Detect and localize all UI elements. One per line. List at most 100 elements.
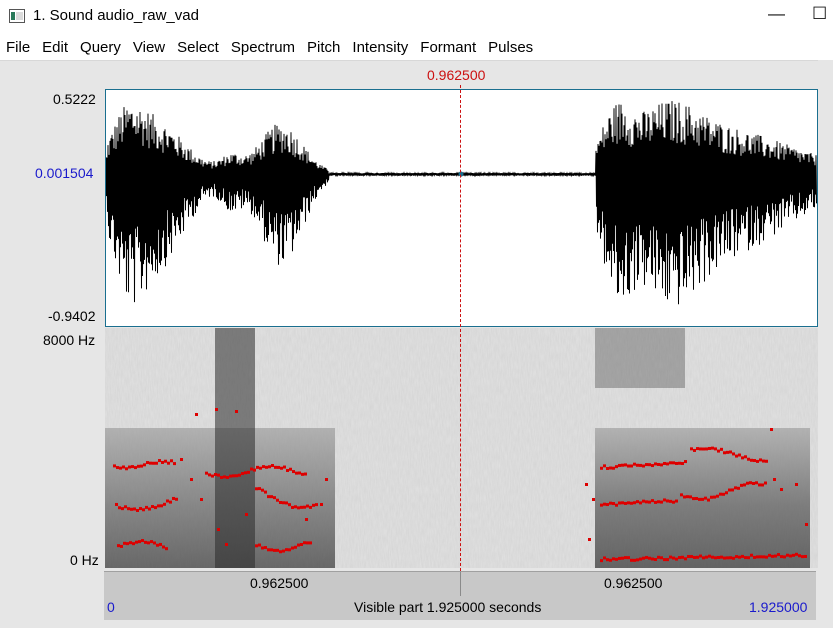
formant-point <box>738 555 741 559</box>
formant-point <box>696 555 699 559</box>
formant-point <box>750 458 753 462</box>
formant-point <box>651 464 654 468</box>
formant-point <box>686 495 689 499</box>
formant-point <box>270 495 273 499</box>
formant-point <box>294 545 297 549</box>
cursor-line[interactable] <box>460 85 461 571</box>
menu-intensity[interactable]: Intensity <box>346 39 414 56</box>
menu-formant[interactable]: Formant <box>414 39 482 56</box>
formant-point <box>805 523 808 526</box>
formant-point <box>636 500 639 504</box>
menu-pulses[interactable]: Pulses <box>482 39 539 56</box>
formant-point <box>723 556 726 560</box>
formant-point <box>165 547 168 551</box>
formant-point <box>692 497 695 501</box>
menu-spectrum[interactable]: Spectrum <box>225 39 301 56</box>
formant-point <box>154 506 157 510</box>
formant-point <box>146 461 149 465</box>
formant-point <box>639 557 642 561</box>
formant-point <box>126 542 129 546</box>
formant-point <box>680 493 683 497</box>
formant-point <box>588 538 591 541</box>
formant-point <box>636 558 639 562</box>
formant-point <box>609 466 612 470</box>
formant-point <box>159 542 162 546</box>
formant-point <box>746 481 749 485</box>
formant-point <box>258 543 261 547</box>
menu-file[interactable]: File <box>0 39 36 56</box>
formant-point <box>297 506 300 510</box>
formant-point <box>627 501 630 505</box>
formant-point <box>789 554 792 558</box>
formant-point <box>732 452 735 456</box>
menu-query[interactable]: Query <box>74 39 127 56</box>
waveform-panel[interactable] <box>105 89 818 327</box>
formant-point <box>309 541 312 545</box>
menu-select[interactable]: Select <box>171 39 225 56</box>
formant-point <box>774 554 777 558</box>
formant-point <box>681 462 684 466</box>
formant-point <box>615 557 618 561</box>
formant-point <box>152 461 155 465</box>
selection-segment-bar[interactable]: 0.962500 0.962500 <box>104 571 816 597</box>
formant-point <box>301 472 304 476</box>
formant-point <box>654 500 657 504</box>
formant-point <box>306 541 309 545</box>
formant-point <box>627 464 630 468</box>
formant-point <box>190 478 193 481</box>
formant-point <box>235 474 238 478</box>
formant-point <box>744 455 747 459</box>
formant-point <box>735 555 738 559</box>
formant-point <box>303 505 306 509</box>
formant-point <box>773 478 776 481</box>
formant-point <box>229 474 232 478</box>
formant-point <box>756 555 759 559</box>
formant-point <box>127 507 130 511</box>
formant-point <box>704 496 707 500</box>
formant-point <box>642 464 645 468</box>
formant-point <box>678 461 681 465</box>
menu-pitch[interactable]: Pitch <box>301 39 346 56</box>
formant-point <box>285 548 288 552</box>
formant-point <box>713 495 716 499</box>
waveform-ymin-label: -0.9402 <box>48 308 96 324</box>
minimize-button[interactable]: — <box>768 4 785 24</box>
formant-point <box>630 558 633 562</box>
formant-point <box>298 471 301 475</box>
formant-point <box>795 483 798 486</box>
formant-point <box>669 461 672 465</box>
formant-point <box>295 471 298 475</box>
spectrogram-panel[interactable] <box>105 328 818 568</box>
formant-point <box>306 504 309 508</box>
formant-point <box>747 556 750 560</box>
formant-point <box>645 555 648 559</box>
formant-point <box>156 543 159 547</box>
formant-point <box>297 543 300 547</box>
formant-point <box>232 474 235 478</box>
formant-point <box>764 481 767 485</box>
maximize-button[interactable]: ☐ <box>812 4 827 24</box>
formant-point <box>761 483 764 487</box>
menu-view[interactable]: View <box>127 39 171 56</box>
formant-point <box>765 555 768 559</box>
formant-point <box>271 464 274 468</box>
formant-point <box>645 463 648 467</box>
formant-point <box>749 481 752 485</box>
menu-edit[interactable]: Edit <box>36 39 74 56</box>
formant-point <box>268 465 271 469</box>
formant-point <box>119 466 122 470</box>
visible-start-time: 0 <box>107 599 115 615</box>
formant-point <box>618 501 621 505</box>
formant-point <box>684 460 687 464</box>
formant-point <box>660 500 663 504</box>
formant-point <box>657 462 660 466</box>
formant-point <box>648 556 651 560</box>
spectrogram-fmax-label: 8000 Hz <box>43 332 96 348</box>
segment-divider <box>460 572 461 596</box>
spectrogram-fmin-label: 0 Hz <box>70 552 99 568</box>
visible-part-bar[interactable]: 0 Visible part 1.925000 seconds 1.925000 <box>104 596 816 620</box>
formant-point <box>725 491 728 495</box>
window-title: 1. Sound audio_raw_vad <box>33 7 199 24</box>
segment-right-duration: 0.962500 <box>604 575 663 591</box>
formant-point <box>696 447 699 451</box>
